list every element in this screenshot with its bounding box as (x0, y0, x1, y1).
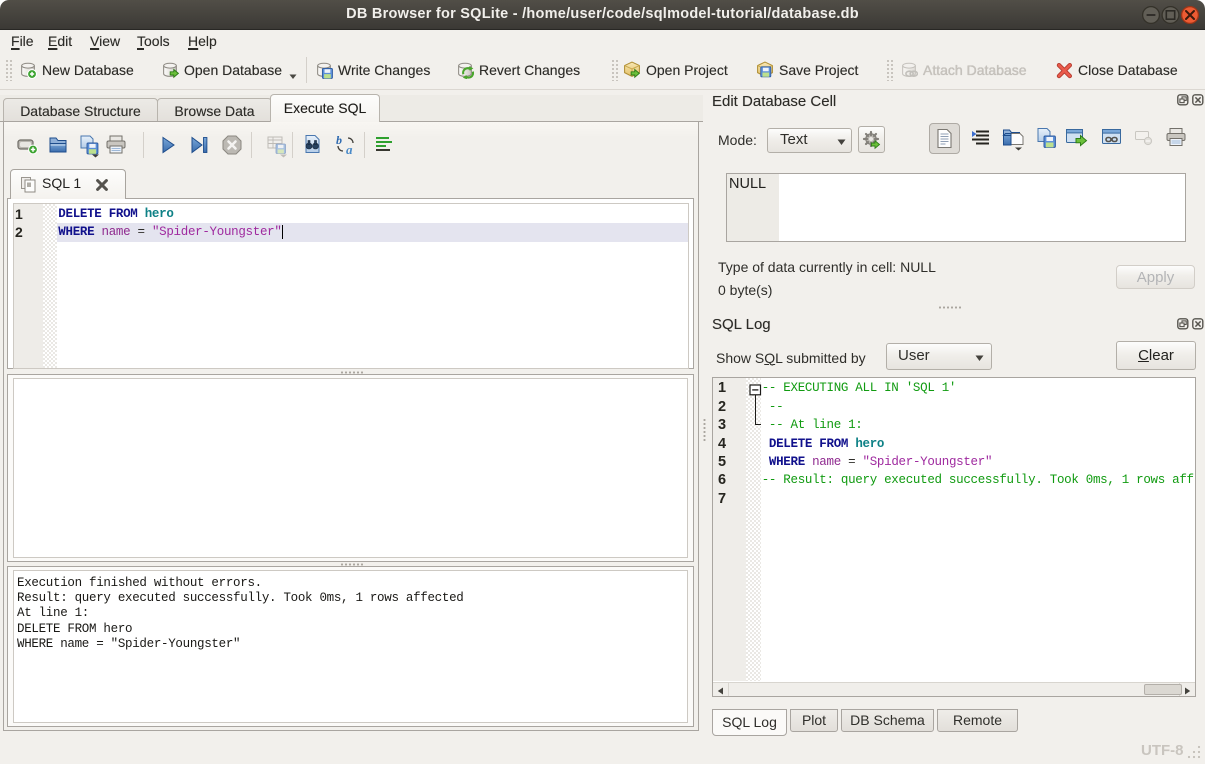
svg-text:a: a (346, 142, 353, 156)
svg-text:b: b (336, 134, 342, 147)
